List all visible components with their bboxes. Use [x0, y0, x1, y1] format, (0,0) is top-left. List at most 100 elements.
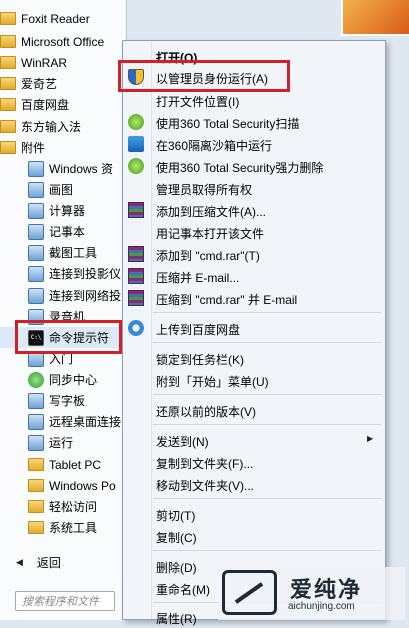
- menu-item-360-force-delete[interactable]: 使用360 Total Security强力删除: [123, 155, 385, 177]
- program-item-tablet-pc[interactable]: Tablet PC: [0, 454, 126, 475]
- menu-item-label: 移动到文件夹(V)...: [156, 479, 254, 493]
- menu-item-add-to-archive[interactable]: 添加到压缩文件(A)...: [123, 199, 385, 221]
- program-item-microsoft-office[interactable]: Microsoft Office: [0, 31, 126, 52]
- program-item-wordpad[interactable]: 写字板: [0, 390, 126, 411]
- menu-item-360-scan[interactable]: 使用360 Total Security扫描: [123, 111, 385, 133]
- user-picture[interactable]: [341, 0, 409, 36]
- program-label: 百度网盘: [21, 98, 70, 112]
- menu-item-label: 用记事本打开该文件: [156, 227, 265, 241]
- program-item-windows-explorer[interactable]: Windows 资: [0, 158, 126, 179]
- menu-separator: [153, 424, 381, 425]
- remote-desktop-icon: [28, 413, 44, 430]
- program-item-accessories[interactable]: 附件: [0, 137, 126, 158]
- menu-item-cut[interactable]: 剪切(T): [123, 503, 385, 525]
- program-item-run[interactable]: 运行: [0, 432, 126, 453]
- menu-item-send-to[interactable]: 发送到(N) ▶: [123, 429, 385, 451]
- menu-separator: [153, 394, 381, 395]
- folder-icon: [0, 120, 16, 133]
- folder-icon: [28, 458, 44, 471]
- projector-icon: [28, 265, 44, 282]
- menu-separator: [153, 498, 381, 499]
- menu-item-compress-to-cmd-rar-and-email[interactable]: 压缩到 "cmd.rar" 并 E-mail: [123, 287, 385, 309]
- baidu-cloud-icon: [128, 320, 144, 336]
- program-item-sync-center[interactable]: 同步中心: [0, 369, 126, 390]
- run-icon: [28, 434, 44, 451]
- program-item-remote-desktop[interactable]: 远程桌面连接: [0, 411, 126, 432]
- menu-item-label: 复制(C): [156, 531, 197, 545]
- menu-item-label: 压缩并 E-mail...: [156, 271, 240, 285]
- program-label: 计算器: [49, 204, 86, 218]
- menu-item-move-to-folder[interactable]: 移动到文件夹(V)...: [123, 473, 385, 495]
- menu-item-label: 添加到压缩文件(A)...: [156, 205, 266, 219]
- menu-item-label: 剪切(T): [156, 509, 196, 523]
- program-item-windows-powershell[interactable]: Windows Po: [0, 475, 126, 496]
- menu-item-upload-baidu[interactable]: 上传到百度网盘: [123, 317, 385, 339]
- menu-item-label: 添加到 "cmd.rar"(T): [156, 249, 260, 263]
- 360-icon: [128, 114, 144, 130]
- program-item-connect-network-projector[interactable]: 连接到网络投: [0, 285, 126, 306]
- folder-icon: [0, 35, 16, 48]
- program-item-snipping-tool[interactable]: 截图工具: [0, 242, 126, 263]
- menu-item-label: 使用360 Total Security扫描: [156, 117, 300, 131]
- program-item-calculator[interactable]: 计算器: [0, 200, 126, 221]
- menu-item-label: 在360隔离沙箱中运行: [156, 139, 273, 153]
- menu-item-label: 锁定到任务栏(K): [156, 353, 244, 367]
- program-label: Tablet PC: [49, 457, 102, 472]
- program-label: 轻松访问: [49, 500, 98, 514]
- menu-item-pin-to-start[interactable]: 附到「开始」菜单(U): [123, 369, 385, 391]
- menu-item-copy-to-folder[interactable]: 复制到文件夹(F)...: [123, 451, 385, 473]
- program-label: 远程桌面连接: [49, 415, 122, 429]
- menu-item-pin-to-taskbar[interactable]: 锁定到任务栏(K): [123, 347, 385, 369]
- program-label: 同步中心: [49, 373, 98, 387]
- program-item-foxit-reader[interactable]: Foxit Reader: [0, 8, 126, 29]
- folder-icon: [28, 479, 44, 492]
- watermark-logo: [222, 570, 277, 615]
- back-button[interactable]: ◀ 返回: [0, 550, 126, 574]
- program-item-notepad[interactable]: 记事本: [0, 221, 126, 242]
- network-projector-icon: [28, 287, 44, 304]
- watermark-url: aichunjing.com: [288, 601, 355, 612]
- highlight-box-command-prompt: [15, 320, 122, 354]
- 360-icon: [128, 158, 144, 174]
- folder-icon: [0, 98, 16, 111]
- program-item-connect-projector[interactable]: 连接到投影仪: [0, 263, 126, 284]
- menu-item-copy[interactable]: 复制(C): [123, 525, 385, 547]
- notepad-icon: [28, 223, 44, 240]
- paint-icon: [28, 181, 44, 198]
- menu-item-open-file-location[interactable]: 打开文件位置(I): [123, 89, 385, 111]
- program-item-baidu-netdisk[interactable]: 百度网盘: [0, 94, 126, 115]
- menu-item-label: 还原以前的版本(V): [156, 405, 256, 419]
- menu-item-label: 复制到文件夹(F)...: [156, 457, 254, 471]
- program-label: 运行: [49, 436, 74, 450]
- menu-item-360-sandbox[interactable]: 在360隔离沙箱中运行: [123, 133, 385, 155]
- program-item-system-tools[interactable]: 系统工具: [0, 517, 126, 538]
- program-label: 连接到网络投: [49, 289, 122, 303]
- menu-item-label: 打开文件位置(I): [156, 95, 240, 109]
- 360-sandbox-icon: [128, 136, 144, 152]
- program-item-dongfang-ime[interactable]: 东方输入法: [0, 116, 126, 137]
- program-label: 附件: [21, 141, 46, 155]
- menu-item-label: 压缩到 "cmd.rar" 并 E-mail: [156, 293, 298, 307]
- menu-item-open-with-notepad[interactable]: 用记事本打开该文件: [123, 221, 385, 243]
- program-item-winrar[interactable]: WinRAR: [0, 52, 126, 73]
- start-menu-all-programs: Foxit Reader Microsoft Office WinRAR 爱奇艺…: [0, 0, 127, 620]
- context-menu: 打开(O) 以管理员身份运行(A) 打开文件位置(I) 使用360 Total …: [122, 40, 386, 626]
- menu-separator: [153, 312, 381, 313]
- program-item-iqiyi[interactable]: 爱奇艺: [0, 73, 126, 94]
- menu-item-label: 发送到(N): [156, 435, 209, 449]
- highlight-box-run-as-admin: [118, 60, 290, 92]
- menu-item-add-to-cmd-rar[interactable]: 添加到 "cmd.rar"(T): [123, 243, 385, 265]
- program-item-paint[interactable]: 画图: [0, 179, 126, 200]
- folder-icon: [28, 521, 44, 534]
- menu-item-restore-previous-versions[interactable]: 还原以前的版本(V): [123, 399, 385, 421]
- winrar-icon: [128, 246, 144, 262]
- menu-item-take-ownership[interactable]: 管理员取得所有权: [123, 177, 385, 199]
- program-label: Microsoft Office: [21, 34, 105, 49]
- snipping-icon: [28, 244, 44, 261]
- folder-icon: [0, 77, 16, 90]
- program-label: 写字板: [49, 394, 86, 408]
- back-label: 返回: [36, 555, 61, 570]
- program-item-ease-of-access[interactable]: 轻松访问: [0, 496, 126, 517]
- search-programs-input[interactable]: 搜索程序和文件: [15, 591, 115, 611]
- menu-item-compress-and-email[interactable]: 压缩并 E-mail...: [123, 265, 385, 287]
